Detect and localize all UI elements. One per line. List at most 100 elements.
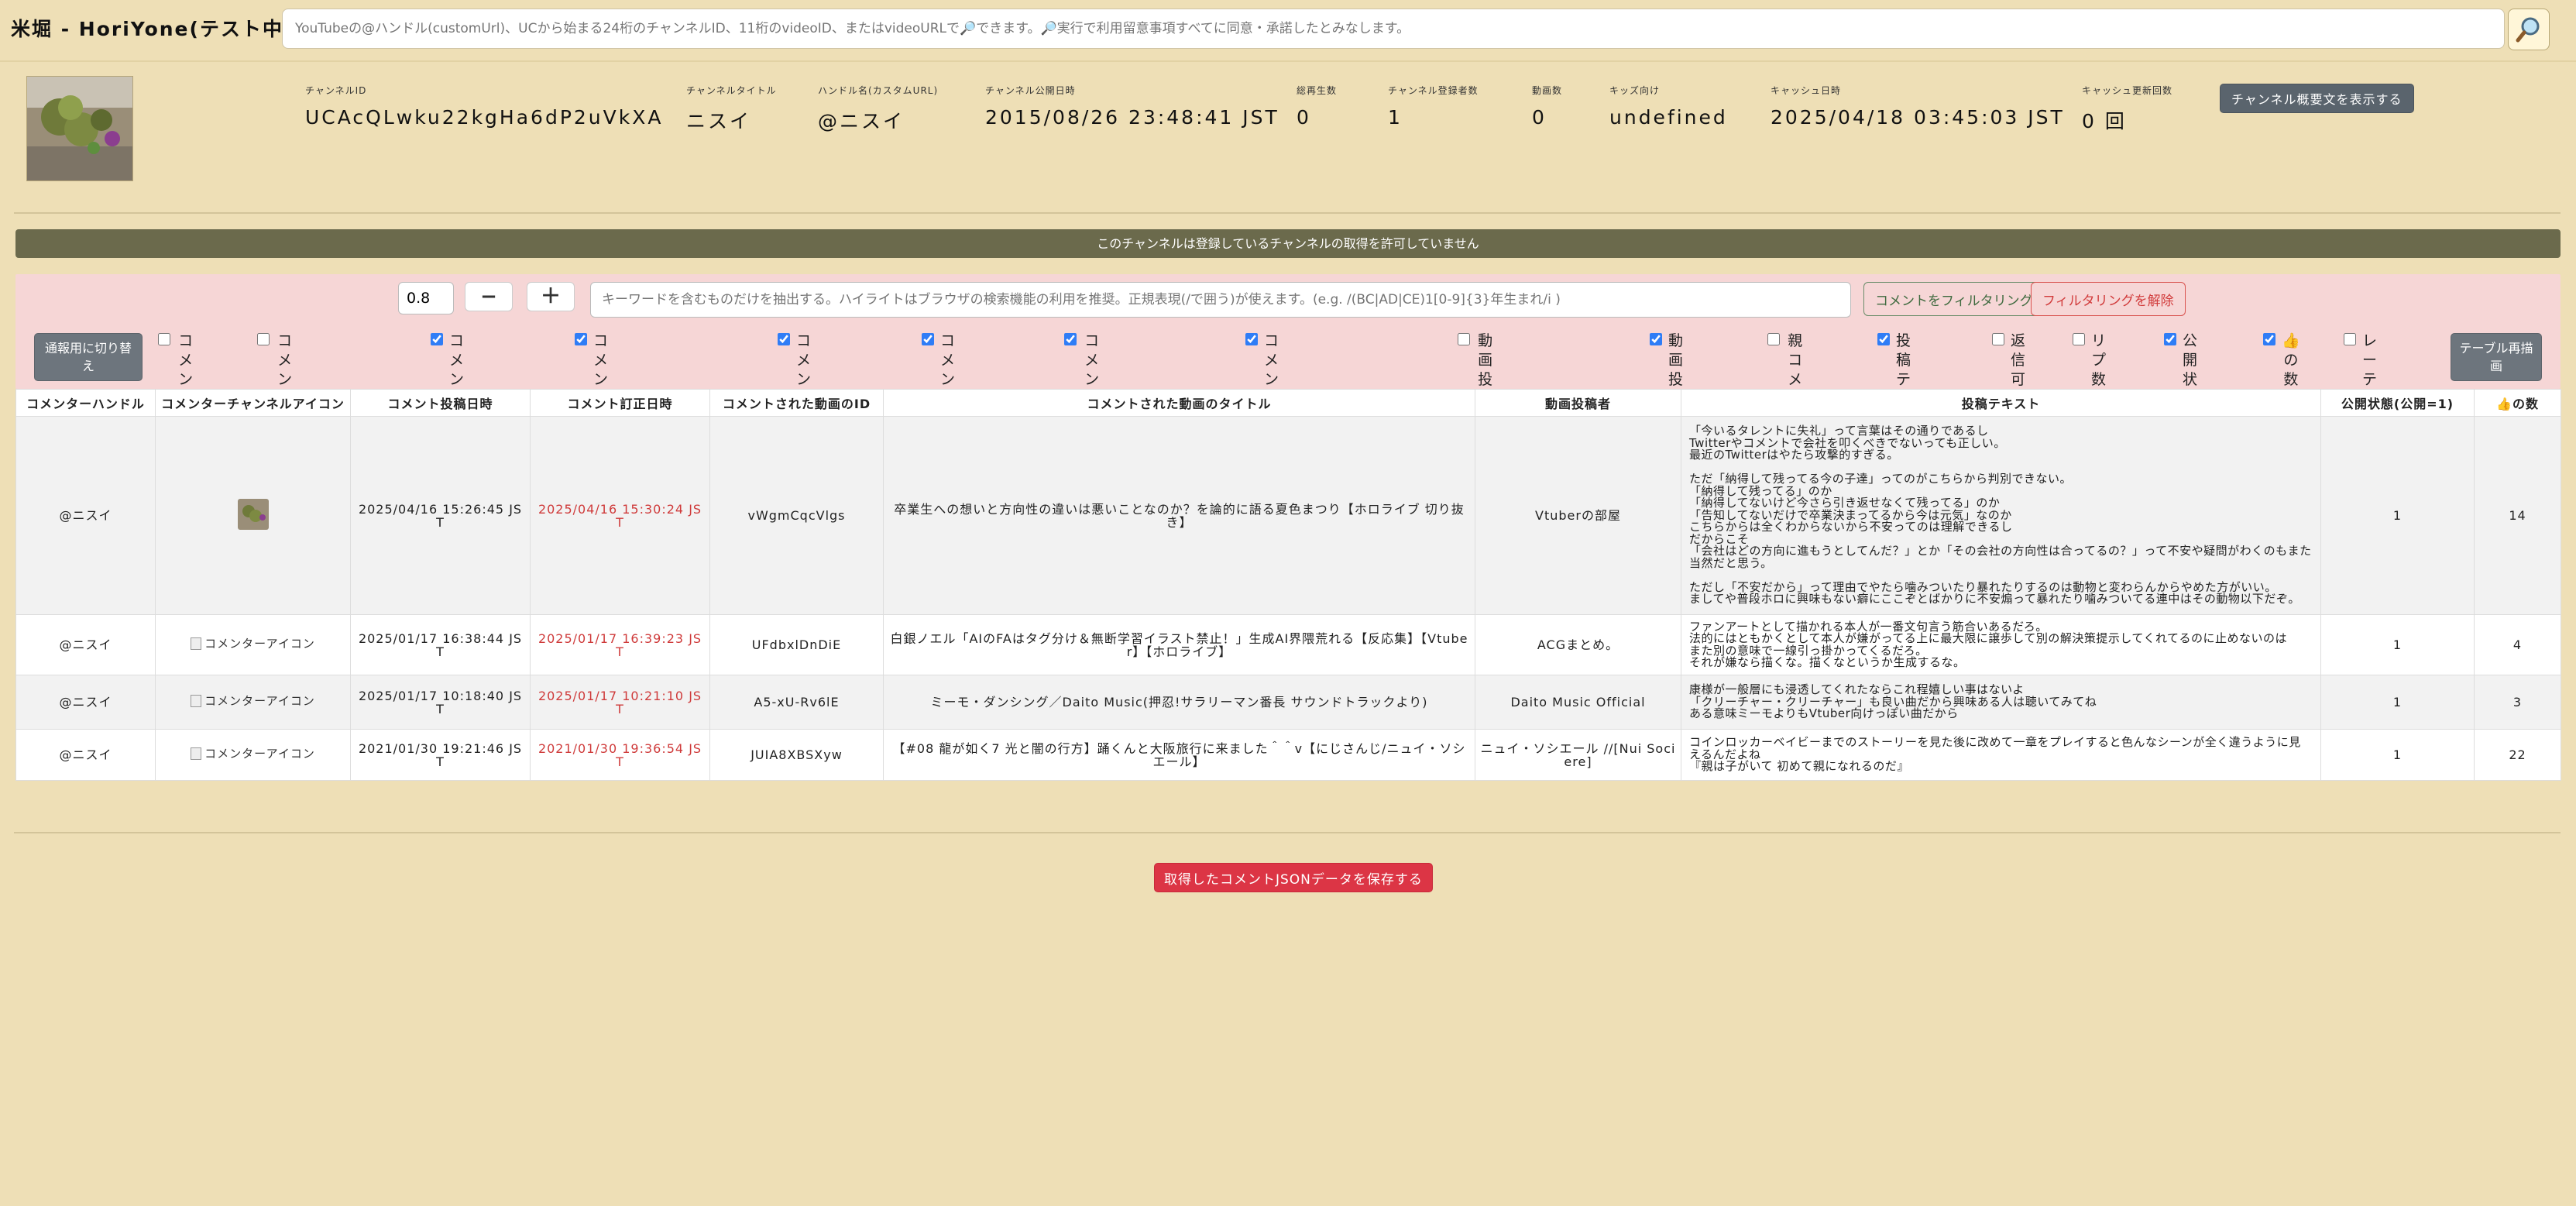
report-mode-label-1: 通報用に切り替: [44, 341, 132, 356]
column-checkbox[interactable]: [778, 333, 790, 345]
field-label: キャッシュ更新回数: [2082, 85, 2173, 96]
header-uploader[interactable]: 動画投稿者: [1475, 389, 1681, 417]
threshold-input[interactable]: [398, 282, 454, 314]
cell-public: 1: [2320, 729, 2475, 781]
column-checkbox[interactable]: [431, 333, 443, 345]
column-checkbox[interactable]: [1064, 333, 1077, 345]
cache-date-value: 2025/04/18 03:45:03 JST: [1771, 106, 2065, 129]
header-posted[interactable]: コメント投稿日時: [350, 389, 531, 417]
header-post-text[interactable]: 投稿テキスト: [1681, 389, 2321, 417]
notice-banner: このチャンネルは登録しているチャンネルの取得を許可していません: [15, 229, 2561, 258]
cell-video-id: JUIA8XBSXyw: [709, 729, 884, 781]
channel-id-value: UCAcQLwku22kgHa6dP2uVkXA: [305, 106, 664, 129]
channel-published-field: チャンネル公開日時 2015/08/26 23:48:41 JST: [985, 84, 1279, 129]
cell-posted: 2025/01/17 16:38:44 JST: [350, 614, 531, 675]
column-checkbox[interactable]: [158, 333, 170, 345]
cell-public: 1: [2320, 675, 2475, 730]
column-checkbox[interactable]: [922, 333, 934, 345]
header-commenter-icon[interactable]: コメンターチャンネルアイコン: [155, 389, 351, 417]
video-count-field: 動画数 0: [1532, 84, 1562, 129]
app-title: 米堀 - HoriYone(テスト中): [11, 18, 294, 40]
cell-likes: 22: [2474, 729, 2561, 781]
filter-comments-button[interactable]: コメントをフィルタリング: [1863, 282, 2045, 316]
keyword-filter-input[interactable]: [590, 282, 1851, 318]
cell-video-id: A5-xU-Rv6lE: [709, 675, 884, 730]
column-toggle-label: 👍の数: [2282, 332, 2303, 388]
divider: [14, 832, 2561, 833]
channel-id-field: チャンネルID UCAcQLwku22kgHa6dP2uVkXA: [305, 84, 663, 129]
header-video-title[interactable]: コメントされた動画のタイトル: [883, 389, 1475, 417]
column-checkbox[interactable]: [1245, 333, 1258, 345]
redraw-label-1: テーブル再描: [2459, 341, 2533, 356]
column-checkbox[interactable]: [1992, 333, 2004, 345]
cell-handle: @ニスイ: [15, 729, 156, 781]
cell-edited: 2025/01/17 10:21:10 JST: [530, 675, 710, 730]
cell-public: 1: [2320, 614, 2475, 675]
field-label: チャンネルID: [305, 85, 367, 96]
column-checkbox[interactable]: [257, 333, 270, 345]
report-mode-button[interactable]: 通報用に切り替 え: [34, 333, 143, 381]
column-checkbox[interactable]: [1650, 333, 1662, 345]
field-label: キャッシュ日時: [1771, 85, 1842, 96]
channel-avatar: [26, 76, 133, 181]
cell-video-title: ミーモ・ダンシング／Daito Music(押忍!サラリーマン番長 サウンドトラ…: [883, 675, 1475, 730]
header-commenter-handle[interactable]: コメンターハンドル: [15, 389, 156, 417]
column-checkbox[interactable]: [2344, 333, 2356, 345]
cell-icon: コメンターアイコン: [155, 614, 351, 675]
header-edited[interactable]: コメント訂正日時: [530, 389, 710, 417]
cell-icon: [155, 416, 351, 615]
magnifier-icon: [2516, 17, 2540, 43]
field-label: チャンネルタイトル: [686, 85, 777, 96]
plus-button[interactable]: ＋: [527, 282, 575, 311]
column-checkbox[interactable]: [2263, 333, 2275, 345]
search-button[interactable]: [2508, 9, 2550, 50]
channel-published-value: 2015/08/26 23:48:41 JST: [985, 106, 1279, 129]
column-checkbox[interactable]: [1458, 333, 1470, 345]
cell-icon: コメンターアイコン: [155, 729, 351, 781]
cell-post-text: ファンアートとして描かれる本人が一番文句言う筋合いあるだろ。 法的にはともかくと…: [1681, 614, 2321, 675]
cell-handle: @ニスイ: [15, 675, 156, 730]
subscribers-value: 1: [1388, 106, 1403, 129]
header-likes[interactable]: 👍の数: [2474, 389, 2561, 417]
header-video-id[interactable]: コメントされた動画のID: [709, 389, 884, 417]
cell-uploader: Vtuberの部屋: [1475, 416, 1681, 615]
cell-likes: 14: [2474, 416, 2561, 615]
field-label: ハンドル名(カスタムURL): [818, 85, 939, 96]
cell-video-id: vWgmCqcVlgs: [709, 416, 884, 615]
minus-button[interactable]: −: [465, 282, 513, 311]
redraw-label-2: 画: [2489, 359, 2502, 373]
channel-title-field: チャンネルタイトル ニスイ: [686, 84, 777, 134]
broken-image-icon: コメンターアイコン: [191, 637, 315, 651]
column-checkbox[interactable]: [2073, 333, 2085, 345]
top-bar: 米堀 - HoriYone(テスト中): [0, 0, 2576, 62]
column-checkbox[interactable]: [1767, 333, 1780, 345]
header-public-status[interactable]: 公開状態(公開=1): [2320, 389, 2475, 417]
column-toggle-label: リプ数: [2091, 332, 2109, 388]
cell-likes: 4: [2474, 614, 2561, 675]
search-input[interactable]: [282, 9, 2505, 49]
field-label: 総再生数: [1297, 85, 1338, 96]
cell-post-text: 康様が一般層にも浸透してくれたならこれ程嬉しい事はないよ 「クリーチャー・クリー…: [1681, 675, 2321, 730]
cell-uploader: ACGまとめ。: [1475, 614, 1681, 675]
field-label: チャンネル登録者数: [1388, 85, 1479, 96]
table-row: @ニスイ コメンターアイコン 2025/01/17 10:18:40 JST 2…: [15, 675, 2561, 730]
cell-posted: 2025/04/16 15:26:45 JST: [350, 416, 531, 615]
show-description-button[interactable]: チャンネル概要文を表示する: [2220, 84, 2414, 113]
cache-count-field: キャッシュ更新回数 0 回: [2082, 84, 2172, 134]
cell-posted: 2025/01/17 10:18:40 JST: [350, 675, 531, 730]
kids-field: キッズ向け undefined: [1609, 84, 1728, 129]
column-checkbox[interactable]: [2164, 333, 2176, 345]
cell-public: 1: [2320, 416, 2475, 615]
clear-filter-button[interactable]: フィルタリングを解除: [2031, 282, 2186, 316]
cell-handle: @ニスイ: [15, 416, 156, 615]
column-checkbox[interactable]: [1877, 333, 1890, 345]
channel-handle-value: @ニスイ: [818, 110, 905, 132]
column-checkbox[interactable]: [575, 333, 587, 345]
redraw-table-button[interactable]: テーブル再描 画: [2451, 333, 2542, 381]
cell-post-text: 「今いるタレントに失礼」って言葉はその通りであるし Twitterやコメントで会…: [1681, 416, 2321, 615]
cell-video-title: 白銀ノエル「AIのFAはタグ分け＆無断学習イラスト禁止！」生成AI界隈荒れる【反…: [883, 614, 1475, 675]
comments-table: コメンターハンドル コメンターチャンネルアイコン コメント投稿日時 コメント訂正…: [15, 389, 2561, 781]
report-mode-label-2: え: [81, 359, 94, 373]
save-json-button[interactable]: 取得したコメントJSONデータを保存する: [1154, 863, 1433, 892]
broken-image-icon: コメンターアイコン: [191, 747, 315, 761]
